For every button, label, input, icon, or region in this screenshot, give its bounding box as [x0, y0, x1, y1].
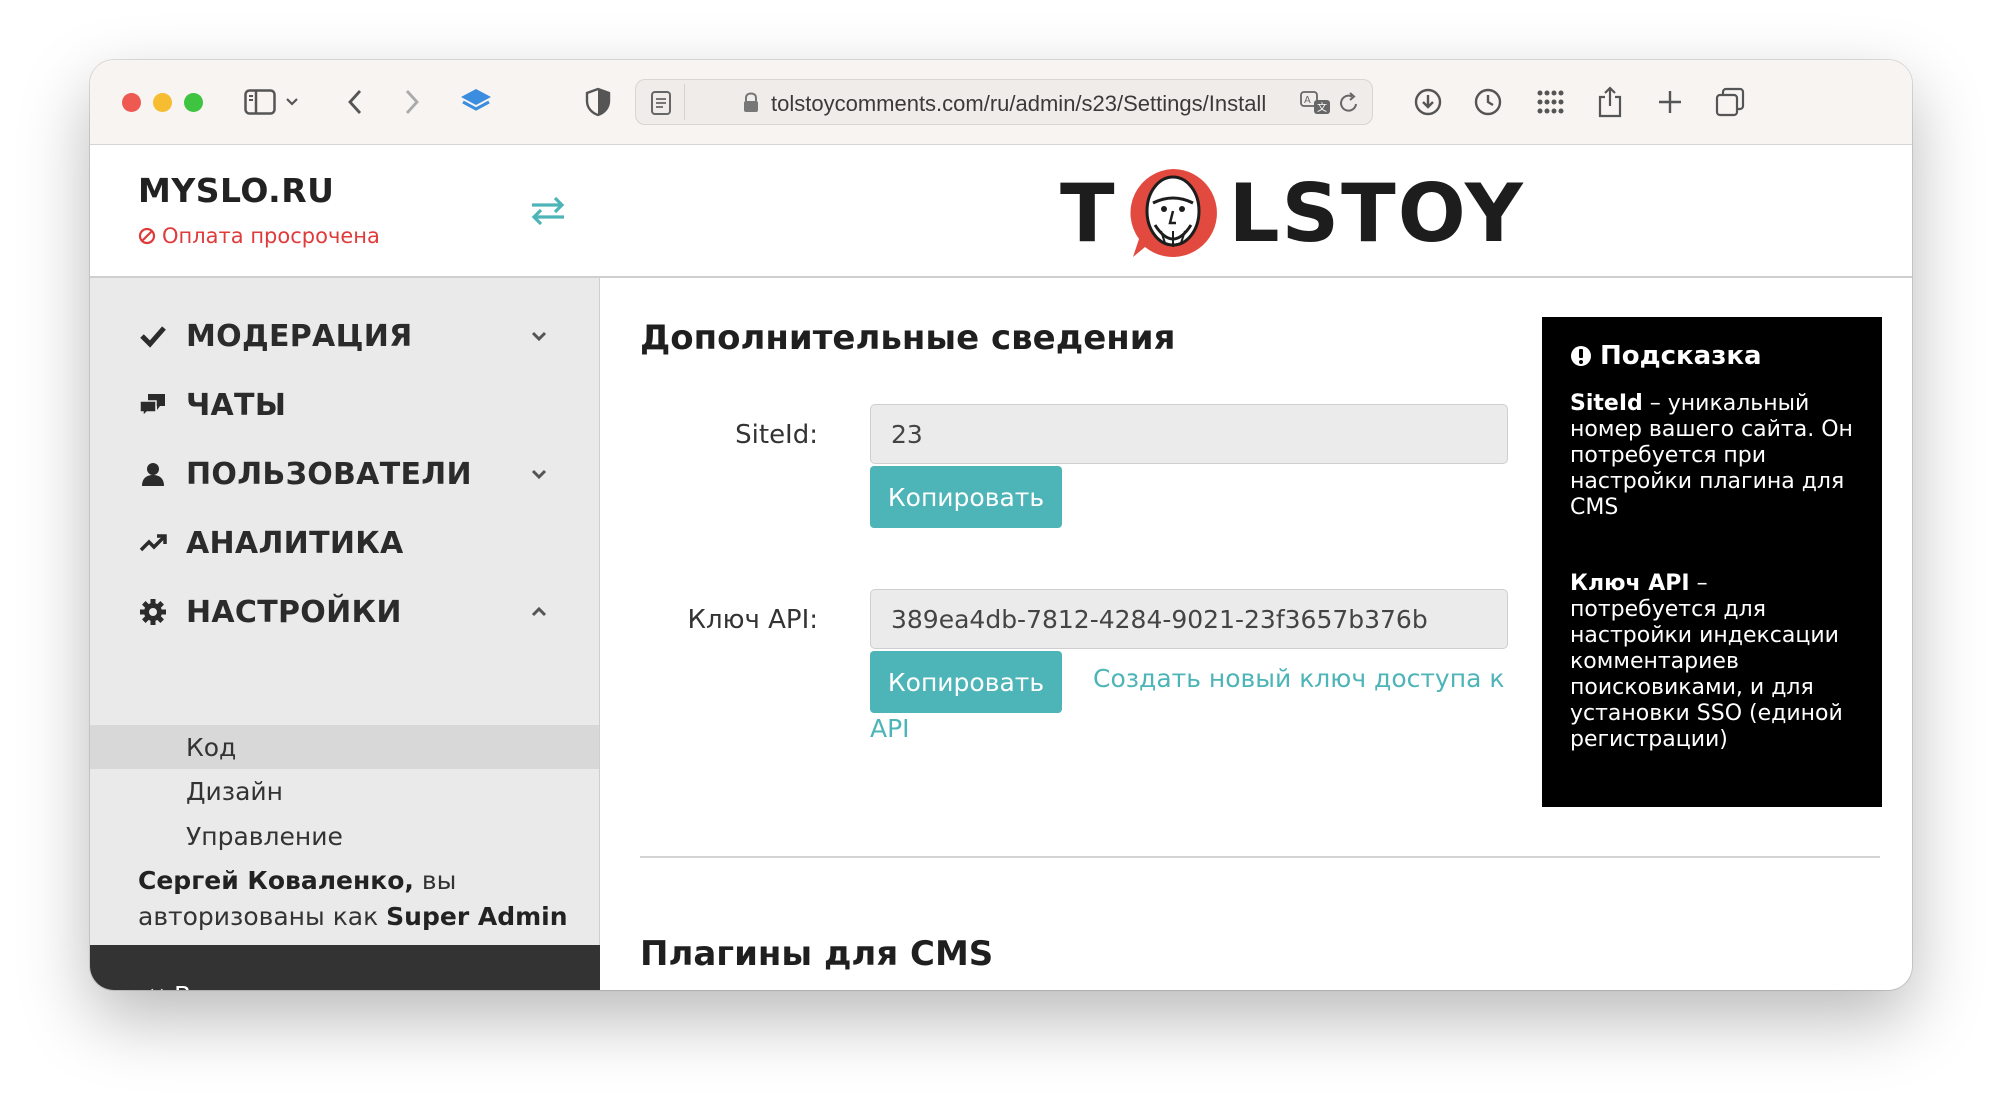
exclamation-icon	[1571, 346, 1591, 366]
chat-bubbles-icon	[138, 390, 168, 420]
extensions-grid-icon[interactable]	[1530, 82, 1570, 122]
user-icon	[138, 459, 168, 489]
address-bar[interactable]: tolstoycomments.com/ru/admin/s23/Setting…	[635, 79, 1373, 125]
hint-title: Подсказка	[1570, 341, 1854, 371]
nav-analytics-label: АНАЛИТИКА	[186, 525, 404, 561]
zoom-window-button[interactable]	[184, 93, 203, 112]
settings-sub-management[interactable]: Управление	[90, 814, 599, 858]
copy-siteid-button[interactable]: Копировать	[870, 466, 1062, 528]
settings-sub-code[interactable]: Код	[90, 725, 599, 769]
user-name: Сергей Коваленко,	[138, 866, 414, 895]
hint-title-text: Подсказка	[1600, 341, 1762, 371]
chevron-down-icon[interactable]	[280, 82, 304, 122]
nav-settings-label: НАСТРОЙКИ	[186, 594, 402, 630]
logout-label: Выход	[174, 981, 258, 990]
chevron-down-icon[interactable]	[528, 463, 550, 485]
api-key-label: Ключ API:	[687, 605, 818, 635]
svg-text:文: 文	[1317, 101, 1327, 114]
site-header: MYSLO.RU Оплата просрочена	[90, 145, 600, 278]
svg-text:A: A	[1304, 95, 1311, 106]
api-key-field[interactable]: 389ea4db-7812-4284-9021-23f3657b376b	[870, 589, 1508, 649]
payment-status-text: Оплата просрочена	[162, 224, 380, 248]
hint-api-term: Ключ API	[1570, 571, 1690, 596]
logout-bar: Выход	[90, 945, 600, 990]
nav-analytics[interactable]: АНАЛИТИКА	[138, 519, 578, 567]
section-title-plugins: Плагины для CMS	[640, 934, 994, 974]
siteid-label: SiteId:	[735, 420, 818, 450]
logo-text-right: LSTOY	[1228, 166, 1525, 260]
logo-text-left: T	[1060, 166, 1117, 260]
sidebar-toggle-icon[interactable]	[240, 82, 280, 122]
close-window-button[interactable]	[122, 93, 141, 112]
user-info: Сергей Коваленко, вы авторизованы как Su…	[138, 863, 578, 935]
downloads-icon[interactable]	[1408, 82, 1448, 122]
tolstoy-logo[interactable]: T LSTOY	[1060, 163, 1525, 263]
nav-chats[interactable]: ЧАТЫ	[138, 381, 578, 429]
hint-siteid-term: SiteId	[1570, 391, 1643, 416]
new-api-key-link[interactable]: Создать новый ключ доступа к	[1093, 664, 1504, 693]
switch-site-icon[interactable]	[528, 191, 568, 231]
blocked-icon	[138, 227, 156, 245]
chevron-down-icon[interactable]	[528, 325, 550, 347]
user-role: Super Admin	[386, 902, 568, 931]
check-icon	[138, 321, 168, 351]
settings-sub-design[interactable]: Дизайн	[90, 769, 599, 813]
share-icon[interactable]	[1590, 82, 1630, 122]
section-title-additional: Дополнительные сведения	[640, 318, 1176, 358]
tolstoy-portrait-icon	[1130, 169, 1217, 257]
new-api-key-link-cont[interactable]: API	[870, 714, 910, 743]
nav-moderation[interactable]: МОДЕРАЦИЯ	[138, 312, 578, 360]
logout-button[interactable]: Выход	[148, 981, 258, 990]
lock-icon	[742, 92, 760, 118]
nav-users-label: ПОЛЬЗОВАТЕЛИ	[186, 456, 472, 492]
chevron-up-icon[interactable]	[528, 601, 550, 623]
sidebar: MYSLO.RU Оплата просрочена МОДЕРАЦИЯ ЧАТ…	[90, 145, 600, 990]
reload-icon[interactable]	[1338, 91, 1360, 119]
history-icon[interactable]	[1468, 82, 1508, 122]
translate-icon[interactable]: A文	[1300, 90, 1332, 120]
address-divider	[684, 84, 685, 120]
section-divider	[640, 856, 1880, 858]
minimize-window-button[interactable]	[153, 93, 172, 112]
url-text[interactable]: tolstoycomments.com/ru/admin/s23/Setting…	[771, 91, 1266, 117]
payment-status: Оплата просрочена	[138, 224, 380, 248]
site-name[interactable]: MYSLO.RU	[138, 171, 334, 210]
reader-icon[interactable]	[650, 90, 672, 120]
close-icon	[150, 988, 164, 990]
main-header: T LSTOY	[600, 145, 1912, 278]
trend-up-icon	[138, 528, 168, 558]
copy-api-key-button[interactable]: Копировать	[870, 651, 1062, 713]
hint-api: Ключ API – потребуется для настройки инд…	[1570, 571, 1854, 753]
tab-overview-icon[interactable]	[1710, 82, 1750, 122]
hint-panel: Подсказка SiteId – уникальный номер ваше…	[1542, 317, 1882, 807]
nav-settings[interactable]: НАСТРОЙКИ	[138, 588, 578, 636]
privacy-shield-icon[interactable]	[578, 82, 618, 122]
gear-icon	[138, 597, 168, 627]
layers-extension-icon[interactable]	[456, 82, 496, 122]
browser-toolbar: tolstoycomments.com/ru/admin/s23/Setting…	[90, 60, 1912, 145]
nav-users[interactable]: ПОЛЬЗОВАТЕЛИ	[138, 450, 578, 498]
siteid-field[interactable]: 23	[870, 404, 1508, 464]
back-icon[interactable]	[335, 82, 375, 122]
forward-icon[interactable]	[392, 82, 432, 122]
nav-chats-label: ЧАТЫ	[186, 387, 287, 423]
browser-window: tolstoycomments.com/ru/admin/s23/Setting…	[90, 60, 1912, 990]
hint-api-text: – потребуется для настройки индексации к…	[1570, 571, 1843, 752]
hint-siteid: SiteId – уникальный номер вашего сайта. …	[1570, 391, 1854, 521]
new-tab-icon[interactable]	[1650, 82, 1690, 122]
nav-moderation-label: МОДЕРАЦИЯ	[186, 318, 413, 354]
